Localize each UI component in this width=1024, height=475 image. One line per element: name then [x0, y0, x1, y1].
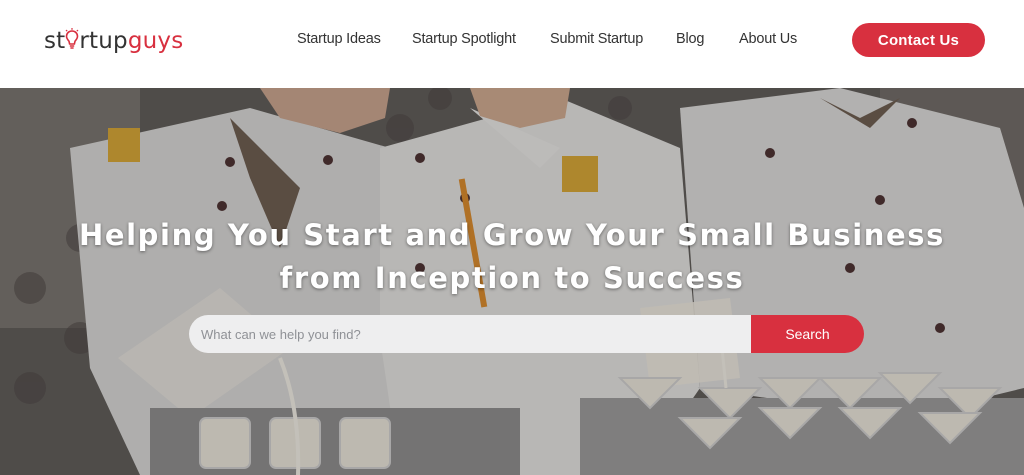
hero-title: Helping You Start and Grow Your Small Bu… — [0, 214, 1024, 300]
nav-submit-startup[interactable]: Submit Startup — [550, 31, 643, 47]
search-button[interactable]: Search — [751, 315, 864, 353]
logo-text-mid: rtup — [79, 28, 128, 54]
hero-section: Helping You Start and Grow Your Small Bu… — [0, 88, 1024, 475]
logo-text-accent: guys — [127, 28, 184, 54]
search-input[interactable] — [189, 315, 751, 353]
nav-startup-ideas[interactable]: Startup Ideas — [297, 31, 381, 47]
nav-startup-spotlight[interactable]: Startup Spotlight — [412, 31, 516, 47]
nav-about-us[interactable]: About Us — [739, 31, 797, 47]
lightbulb-icon — [65, 26, 79, 49]
contact-us-button[interactable]: Contact Us — [852, 23, 985, 57]
logo-text-start: st — [44, 28, 66, 54]
nav-blog[interactable]: Blog — [676, 31, 704, 47]
hero-title-line-2: from Inception to Success — [279, 261, 745, 295]
hero-search-bar: Search — [189, 315, 864, 353]
site-header: st rtup guys Startup Ideas Startup Spotl… — [0, 0, 1024, 88]
hero-title-line-1: Helping You Start and Grow Your Small Bu… — [79, 218, 945, 252]
site-logo[interactable]: st rtup guys — [44, 26, 183, 56]
